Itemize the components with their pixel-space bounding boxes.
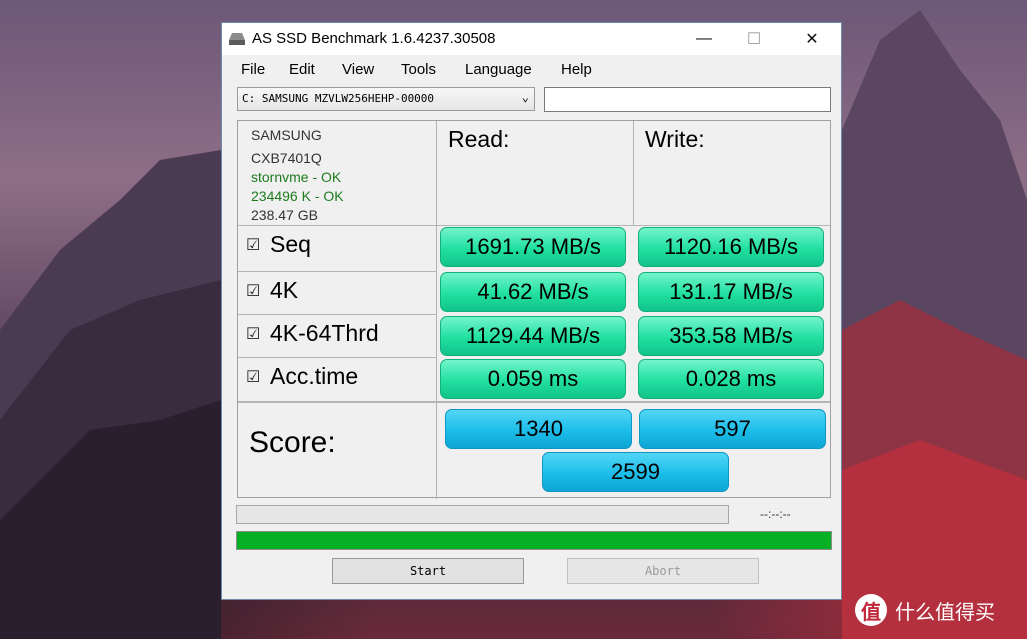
acctime-read-result: 0.059 ms <box>440 359 626 399</box>
total-progress-fill <box>237 532 831 549</box>
divider <box>238 401 830 403</box>
results-panel: SAMSUNG CXB7401Q stornvme - OK 234496 K … <box>237 120 831 499</box>
menu-bar: File Edit View Tools Language Help <box>222 55 841 83</box>
score-total: 2599 <box>542 452 729 492</box>
drive-size: 238.47 GB <box>251 207 318 223</box>
divider <box>238 271 436 272</box>
menu-help[interactable]: Help <box>561 61 592 78</box>
score-write: 597 <box>639 409 826 449</box>
write-header: Write: <box>645 126 705 152</box>
watermark-text: 什么值得买 <box>895 599 995 624</box>
watermark-logo-icon: 值 <box>855 594 887 626</box>
abort-button[interactable]: Abort <box>567 558 759 584</box>
score-read: 1340 <box>445 409 632 449</box>
drive-firmware: CXB7401Q <box>251 150 322 166</box>
4k64-checkbox[interactable]: ☑ <box>246 324 260 344</box>
acctime-label: Acc.time <box>270 363 359 389</box>
4k-checkbox[interactable]: ☑ <box>246 281 260 301</box>
title-bar[interactable]: AS SSD Benchmark 1.6.4237.30508 — ☐ ✕ <box>222 23 841 55</box>
drive-select[interactable]: C: SAMSUNG MZVLW256HEHP-00000 ⌄ <box>237 87 535 111</box>
4k64-write-result: 353.58 MB/s <box>638 316 824 356</box>
chevron-down-icon: ⌄ <box>521 90 529 104</box>
acctime-checkbox[interactable]: ☑ <box>246 367 260 387</box>
maximize-button[interactable]: ☐ <box>731 23 777 55</box>
divider <box>238 314 436 315</box>
app-window: AS SSD Benchmark 1.6.4237.30508 — ☐ ✕ Fi… <box>221 22 842 600</box>
seq-label: Seq <box>270 231 311 257</box>
acctime-write-result: 0.028 ms <box>638 359 824 399</box>
driver-status: stornvme - OK <box>251 169 342 185</box>
read-header: Read: <box>448 126 510 152</box>
4k64-read-result: 1129.44 MB/s <box>440 316 626 356</box>
menu-edit[interactable]: Edit <box>289 61 315 78</box>
watermark: 值 什么值得买 <box>855 594 995 626</box>
4k-label: 4K <box>270 277 299 303</box>
seq-checkbox[interactable]: ☑ <box>246 235 260 255</box>
test-progress-bar <box>236 505 729 524</box>
window-title: AS SSD Benchmark 1.6.4237.30508 <box>252 30 496 47</box>
4k-read-result: 41.62 MB/s <box>440 272 626 312</box>
start-button[interactable]: Start <box>332 558 524 584</box>
4k64-label: 4K-64Thrd <box>270 320 379 346</box>
divider <box>436 121 437 499</box>
drive-icon <box>229 33 245 45</box>
status-field[interactable] <box>544 87 831 112</box>
drive-select-value: C: SAMSUNG MZVLW256HEHP-00000 <box>242 92 435 105</box>
4k-write-result: 131.17 MB/s <box>638 272 824 312</box>
alignment-status: 234496 K - OK <box>251 188 344 204</box>
divider <box>633 121 634 225</box>
menu-view[interactable]: View <box>342 61 374 78</box>
seq-read-result: 1691.73 MB/s <box>440 227 626 267</box>
score-label: Score: <box>249 426 336 459</box>
elapsed-time: --:--:-- <box>760 507 791 521</box>
menu-tools[interactable]: Tools <box>401 61 436 78</box>
menu-language[interactable]: Language <box>465 61 532 78</box>
divider <box>238 357 436 358</box>
total-progress-bar <box>236 531 832 550</box>
close-button[interactable]: ✕ <box>789 23 835 55</box>
minimize-button[interactable]: — <box>681 23 727 55</box>
seq-write-result: 1120.16 MB/s <box>638 227 824 267</box>
divider <box>238 225 830 226</box>
drive-vendor: SAMSUNG <box>251 127 322 143</box>
menu-file[interactable]: File <box>241 61 265 78</box>
